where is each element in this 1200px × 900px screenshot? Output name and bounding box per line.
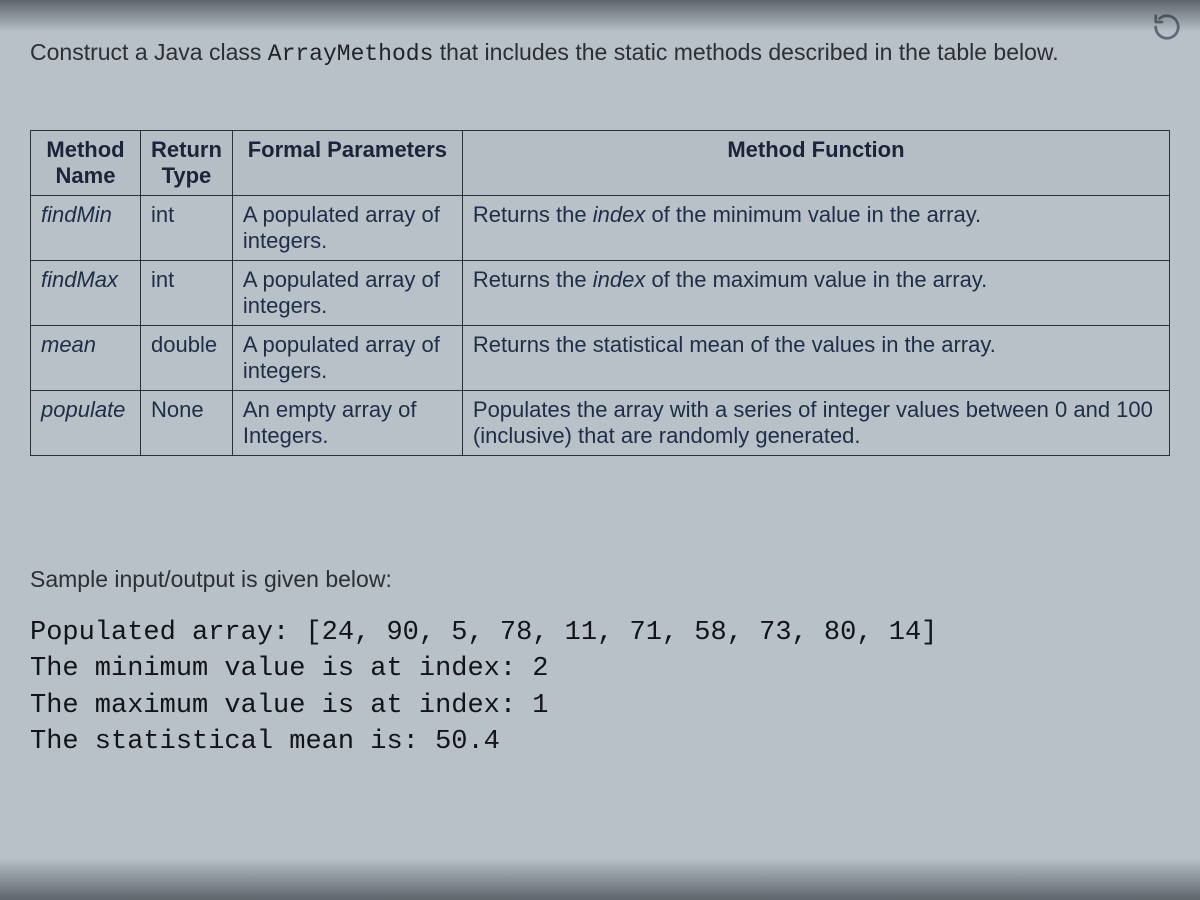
func-em: index bbox=[593, 202, 646, 227]
cell-return-type: None bbox=[141, 390, 233, 455]
prompt-text: Construct a Java class ArrayMethods that… bbox=[30, 38, 1170, 70]
func-text: Returns the bbox=[473, 202, 593, 227]
question-page: Construct a Java class ArrayMethods that… bbox=[0, 0, 1200, 801]
table-row: populate None An empty array of Integers… bbox=[31, 390, 1170, 455]
header-function: Method Function bbox=[462, 130, 1169, 195]
cell-method-name: mean bbox=[31, 325, 141, 390]
header-return: Return Type bbox=[141, 130, 233, 195]
reload-icon[interactable] bbox=[1152, 12, 1182, 42]
func-text: Returns the bbox=[473, 267, 593, 292]
header-params: Formal Parameters bbox=[232, 130, 462, 195]
output-line: Populated array: [24, 90, 5, 78, 11, 71,… bbox=[30, 618, 937, 648]
cell-function: Populates the array with a series of int… bbox=[462, 390, 1169, 455]
prompt-before: Construct a Java class bbox=[30, 39, 268, 65]
output-line: The statistical mean is: 50.4 bbox=[30, 727, 500, 757]
table-header-row: Method Name Return Type Formal Parameter… bbox=[31, 130, 1170, 195]
cell-params: A populated array of integers. bbox=[232, 195, 462, 260]
prompt-after: that includes the static methods describ… bbox=[433, 39, 1058, 65]
func-text: of the maximum value in the array. bbox=[645, 267, 987, 292]
cell-method-name: populate bbox=[31, 390, 141, 455]
func-text: Populates the array with a series of int… bbox=[473, 397, 1153, 448]
cell-function: Returns the index of the minimum value i… bbox=[462, 195, 1169, 260]
cell-function: Returns the index of the maximum value i… bbox=[462, 260, 1169, 325]
table-row: mean double A populated array of integer… bbox=[31, 325, 1170, 390]
output-line: The minimum value is at index: 2 bbox=[30, 654, 548, 684]
sample-output-block: Populated array: [24, 90, 5, 78, 11, 71,… bbox=[30, 615, 1170, 761]
methods-table: Method Name Return Type Formal Parameter… bbox=[30, 130, 1170, 456]
cell-return-type: int bbox=[141, 195, 233, 260]
cell-params: A populated array of integers. bbox=[232, 260, 462, 325]
prompt-classname: ArrayMethods bbox=[268, 41, 434, 67]
output-line: The maximum value is at index: 1 bbox=[30, 691, 548, 721]
sample-heading: Sample input/output is given below: bbox=[30, 566, 1170, 593]
cell-params: A populated array of integers. bbox=[232, 325, 462, 390]
func-text: Returns the statistical mean of the valu… bbox=[473, 332, 996, 357]
cell-return-type: double bbox=[141, 325, 233, 390]
bottom-vignette bbox=[0, 858, 1200, 900]
cell-method-name: findMax bbox=[31, 260, 141, 325]
cell-method-name: findMin bbox=[31, 195, 141, 260]
table-row: findMin int A populated array of integer… bbox=[31, 195, 1170, 260]
func-text: of the minimum value in the array. bbox=[645, 202, 981, 227]
func-em: index bbox=[593, 267, 646, 292]
table-row: findMax int A populated array of integer… bbox=[31, 260, 1170, 325]
header-method: Method Name bbox=[31, 130, 141, 195]
cell-return-type: int bbox=[141, 260, 233, 325]
cell-params: An empty array of Integers. bbox=[232, 390, 462, 455]
cell-function: Returns the statistical mean of the valu… bbox=[462, 325, 1169, 390]
